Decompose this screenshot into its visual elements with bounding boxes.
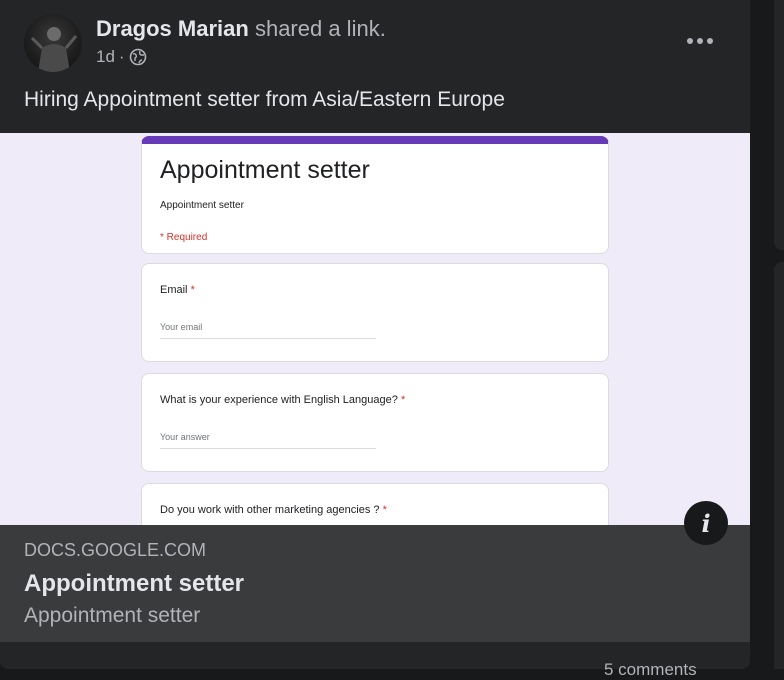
more-options-button[interactable] (680, 28, 720, 54)
link-preview-image[interactable]: Appointment setter Appointment setter * … (0, 133, 750, 525)
info-icon: i (701, 508, 711, 538)
form-title-card: Appointment setter Appointment setter * … (141, 136, 609, 254)
avatar[interactable] (24, 14, 82, 72)
globe-icon[interactable] (129, 48, 147, 66)
more-horizontal-icon (687, 38, 693, 44)
form-required-note: * Required (160, 232, 208, 243)
right-panel (774, 0, 784, 669)
form-description: Appointment setter (160, 200, 244, 211)
author-name[interactable]: Dragos Marian (96, 16, 249, 41)
avatar-image (30, 27, 78, 72)
author-line: Dragos Marian shared a link. (96, 16, 386, 42)
link-title: Appointment setter (24, 570, 245, 597)
post-time[interactable]: 1d (96, 47, 115, 67)
more-horizontal-icon (707, 38, 713, 44)
info-button[interactable]: i (684, 501, 728, 545)
form-question-card: Email * Your email (141, 263, 609, 362)
more-horizontal-icon (697, 38, 703, 44)
question-label: What is your experience with English Lan… (160, 394, 406, 406)
post-header: Dragos Marian shared a link. 1d · (24, 14, 750, 74)
right-panel-card (774, 0, 784, 250)
question-answer-field: Your answer (160, 432, 376, 449)
post-action: shared a link. (254, 16, 386, 41)
question-label: Do you work with other marketing agencie… (160, 504, 387, 516)
link-meta[interactable]: DOCS.GOOGLE.COM Appointment setter Appoi… (0, 525, 750, 642)
comments-count[interactable]: 5 comments (604, 660, 697, 680)
post-card: Dragos Marian shared a link. 1d · Hiring… (0, 0, 750, 679)
link-description: Appointment setter (24, 604, 201, 627)
meta-separator: · (118, 47, 125, 66)
question-answer-field: Your email (160, 322, 376, 339)
post-meta: 1d · (96, 47, 147, 67)
question-label: Email * (160, 284, 195, 296)
post-text: Hiring Appointment setter from Asia/East… (24, 88, 505, 111)
right-panel-card (774, 262, 784, 669)
form-question-card: Do you work with other marketing agencie… (141, 483, 609, 525)
form-title: Appointment setter (160, 156, 370, 184)
form-question-card: What is your experience with English Lan… (141, 373, 609, 472)
link-domain: DOCS.GOOGLE.COM (24, 540, 207, 560)
